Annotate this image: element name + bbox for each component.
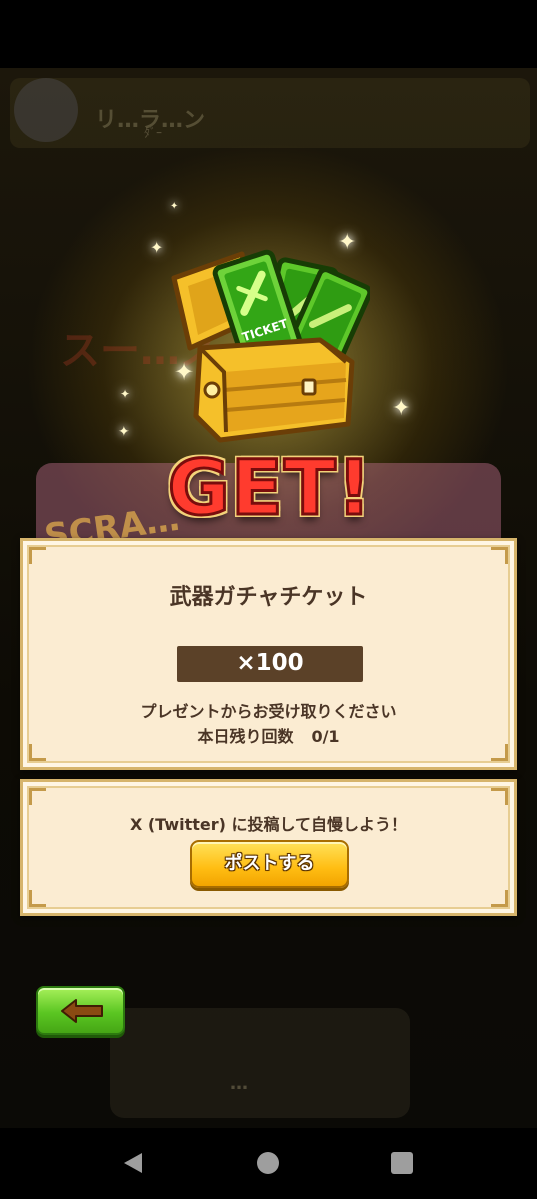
sparkle-icon: ✦ [120,387,131,401]
remaining-value: 0/1 [311,727,340,746]
sparkle-icon: ✦ [170,201,179,212]
panel-corner [491,547,508,564]
game-screen: リ…ラ…ン ﾀﾞｰ スー…ス SCRA… … ✦ ✦ ✦ ✦ ✦ ✦ ✦ ✦ [0,68,537,1128]
panel-corner [491,890,508,907]
triangle-back-icon[interactable] [122,1151,144,1175]
back-button[interactable] [36,986,125,1035]
receive-message: プレゼントからお受け取りください [140,702,397,721]
panel-corner [29,890,46,907]
share-prompt: X (Twitter) に投稿して自慢しよう！ [129,815,408,834]
post-button[interactable]: ポストする [190,840,349,888]
circle-home-icon[interactable] [257,1152,279,1174]
background-header-sub: ﾀﾞｰ [144,126,163,140]
system-nav-bar [0,1128,537,1199]
left-arrow-icon [61,999,103,1023]
sparkle-icon: ✦ [392,396,411,421]
background-bottom-text: … [230,1073,248,1094]
quantity-bar: ×100 [177,646,363,682]
share-panel: X (Twitter) に投稿して自慢しよう！ ポストする [20,779,517,916]
quantity-text: ×100 [236,650,304,676]
background-header [10,78,530,148]
status-bar [0,0,537,68]
panel-corner [491,788,508,805]
remaining-count: 本日残り回数 0/1 [23,723,514,747]
get-title: GET! [166,442,373,534]
panel-corner [29,788,46,805]
remaining-label: 本日残り回数 [197,727,294,746]
item-name: 武器ガチャチケット [169,585,368,610]
panel-corner [29,547,46,564]
sparkle-icon: ✦ [118,424,130,440]
background-avatar [14,78,78,142]
background-bottom-menu [110,1008,410,1118]
treasure-chest-icon: TICKET [160,240,373,450]
square-recents-icon[interactable] [391,1152,413,1174]
reward-panel: 武器ガチャチケット ×100 プレゼントからお受け取りください 本日残り回数 0/… [20,538,517,770]
